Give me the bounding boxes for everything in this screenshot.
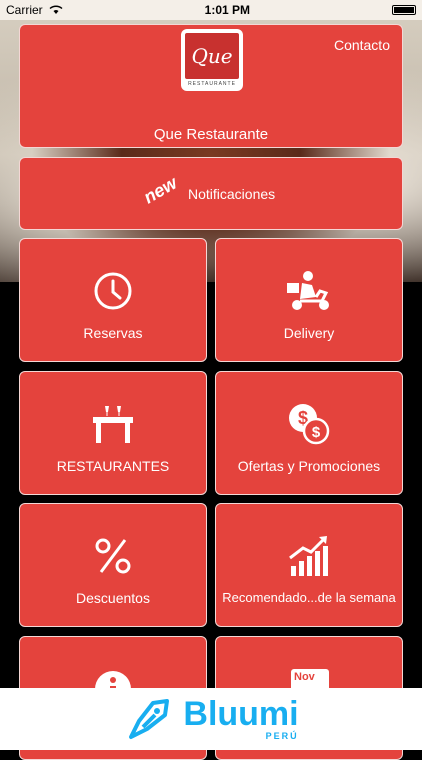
- restaurantes-button[interactable]: RESTAURANTES: [19, 371, 207, 495]
- notifications-button[interactable]: new Notificaciones: [19, 157, 403, 230]
- growth-chart-icon: [289, 536, 328, 576]
- restaurant-title: Que Restaurante: [153, 126, 269, 143]
- delivery-label: Delivery: [283, 325, 335, 341]
- table-icon: [93, 406, 133, 443]
- reservas-button[interactable]: Reservas: [19, 238, 207, 362]
- logo-text: Que: [185, 33, 239, 79]
- ofertas-button[interactable]: $ $ Ofertas y Promociones: [215, 371, 403, 495]
- ofertas-label: Ofertas y Promociones: [237, 458, 381, 474]
- svg-text:$: $: [312, 424, 321, 441]
- money-icon: $ $: [289, 404, 330, 445]
- restaurantes-label: RESTAURANTES: [56, 458, 170, 474]
- status-time: 1:01 PM: [204, 3, 251, 17]
- reservas-label: Reservas: [83, 325, 143, 341]
- clock-icon: [94, 272, 132, 310]
- percent-icon: [95, 538, 131, 574]
- new-badge: new: [140, 172, 181, 208]
- calendar-month: Nov: [294, 671, 315, 683]
- battery-icon: [392, 5, 416, 15]
- recomendados-label: Recomendado...de la semana: [222, 590, 396, 605]
- contact-link[interactable]: Contacto: [334, 37, 390, 53]
- logo-subtext: RESTAURANTE: [188, 81, 236, 87]
- brand-country: PERÚ: [265, 731, 299, 741]
- status-bar: Carrier 1:01 PM: [0, 0, 422, 20]
- delivery-button[interactable]: Delivery: [215, 238, 403, 362]
- wifi-icon: [49, 5, 63, 14]
- sponsor-banner[interactable]: Bluumi PERÚ: [0, 688, 422, 750]
- recomendados-button[interactable]: Recomendado...de la semana: [215, 503, 403, 627]
- restaurant-logo: Que RESTAURANTE: [181, 29, 243, 91]
- notifications-label: Notificaciones: [188, 186, 276, 202]
- delivery-scooter-icon: [287, 271, 329, 310]
- descuentos-label: Descuentos: [76, 590, 150, 606]
- header-tile: Que RESTAURANTE Contacto Que Restaurante: [19, 24, 403, 148]
- bluumi-logo-icon: [129, 699, 170, 739]
- brand-name: Bluumi: [183, 695, 299, 733]
- carrier-label: Carrier: [6, 3, 43, 17]
- descuentos-button[interactable]: Descuentos: [19, 503, 207, 627]
